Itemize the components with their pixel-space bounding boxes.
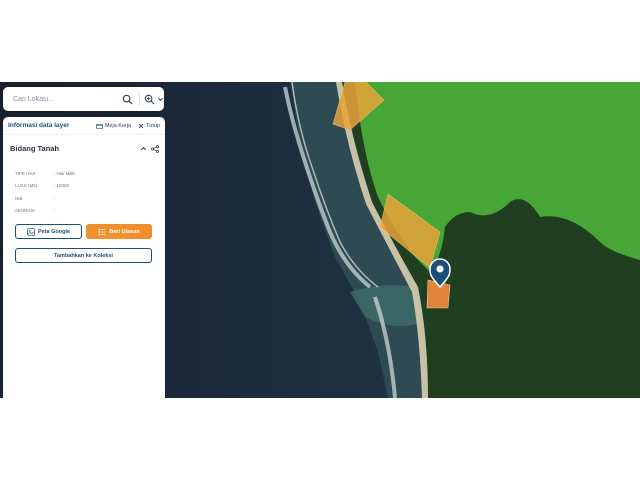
review-button[interactable]: Beri Ulasan [86,224,152,239]
property-value: : Hak Milik [54,170,75,176]
property-key: AKURASI [15,208,35,214]
meja-kerja-button[interactable]: Meja Kerja [95,122,132,129]
close-icon [138,123,144,128]
chevron-down-icon[interactable] [157,96,164,103]
google-maps-button[interactable]: Peta Google [15,224,82,239]
property-row: TIPE HAK : Hak Milik [15,167,165,180]
section-header[interactable]: Bidang Tanah [3,135,165,162]
property-list: TIPE HAK : Hak Milik LUAS (M2) : 10000 N… [3,162,165,217]
add-to-collection-label: Tambahkan ke Koleksi [54,252,113,259]
section-title: Bidang Tanah [10,144,60,153]
search-divider [139,91,140,107]
property-row: NIB : [15,192,165,205]
property-value: : [54,208,56,214]
zoom-icon[interactable] [144,94,155,105]
property-row: AKURASI : [15,205,165,218]
meja-kerja-label: Meja Kerja [104,122,132,129]
briefcase-icon [95,123,103,129]
close-button[interactable]: Tutup [138,123,160,129]
property-row: LUAS (M2) : 10000 [15,180,165,193]
property-key: TIPE HAK [15,170,36,176]
property-value: : [54,195,56,201]
panel-title: Informasi data layer [8,122,70,129]
map-icon [27,227,35,236]
property-key: LUAS (M2) [15,183,38,189]
info-panel: Informasi data layer Meja Kerja Tutup Bi… [3,117,165,398]
chevron-up-icon[interactable] [140,145,147,152]
panel-header: Informasi data layer Meja Kerja Tutup [3,117,165,135]
action-buttons: Peta Google Beri Ulasan [3,217,165,239]
property-value: : 10000 [54,183,70,189]
add-to-collection-button[interactable]: Tambahkan ke Koleksi [15,248,152,263]
google-maps-label: Peta Google [37,228,71,235]
list-icon [98,228,106,235]
map-view[interactable]: Informasi data layer Meja Kerja Tutup Bi… [0,82,640,398]
share-icon[interactable] [151,144,159,153]
search-icon[interactable] [120,92,134,106]
zoom-dropdown[interactable] [144,94,164,105]
review-label: Beri Ulasan [109,228,140,235]
property-key: NIB [15,195,23,201]
search-bar [3,87,164,111]
close-label: Tutup [146,122,160,129]
search-input[interactable] [13,95,119,103]
